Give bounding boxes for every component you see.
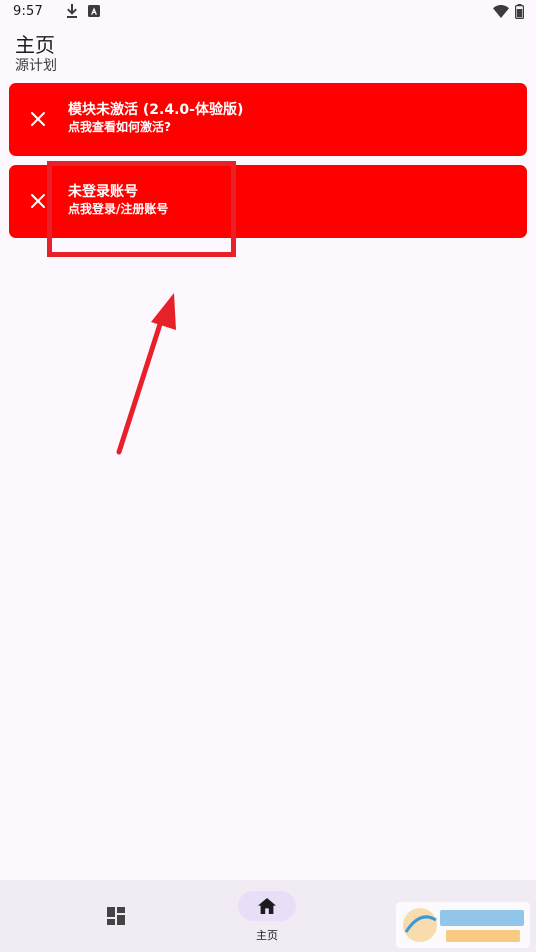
battery-icon — [515, 4, 524, 19]
nav-item-home[interactable]: 主页 — [237, 890, 297, 946]
home-icon — [258, 898, 276, 914]
nav-active-indicator — [238, 891, 296, 921]
banner-title: 模块未激活 (2.4.0-体验版) — [68, 102, 244, 118]
dashboard-icon — [107, 907, 125, 925]
download-icon — [67, 4, 77, 18]
nav-label-home: 主页 — [256, 929, 278, 942]
close-icon[interactable] — [28, 109, 48, 129]
banner-subtitle: 点我查看如何激活? — [68, 120, 171, 134]
arrow-head — [151, 293, 176, 330]
banner-subtitle: 点我登录/注册账号 — [68, 202, 169, 216]
status-notification-icons — [66, 4, 100, 18]
notification-a-icon — [88, 5, 100, 17]
close-icon[interactable] — [28, 191, 48, 211]
status-system-icons — [493, 4, 524, 19]
banner-title: 未登录账号 — [68, 184, 138, 200]
arrow-shaft — [116, 315, 165, 455]
banner-text: 模块未激活 (2.4.0-体验版) 点我查看如何激活? — [68, 101, 243, 136]
page-subtitle: 源计划 — [15, 58, 57, 74]
module-inactive-banner[interactable]: 模块未激活 (2.4.0-体验版) 点我查看如何激活? — [9, 83, 527, 156]
nav-item-dashboard[interactable] — [96, 896, 136, 936]
page-title: 主页 — [15, 33, 55, 57]
status-bar: 9:57 — [0, 0, 536, 24]
not-logged-in-banner[interactable]: 未登录账号 点我登录/注册账号 — [9, 165, 527, 238]
banner-text: 未登录账号 点我登录/注册账号 — [68, 183, 168, 218]
watermark-logo — [396, 902, 530, 948]
status-time: 9:57 — [13, 4, 43, 19]
wifi-icon — [493, 5, 509, 18]
